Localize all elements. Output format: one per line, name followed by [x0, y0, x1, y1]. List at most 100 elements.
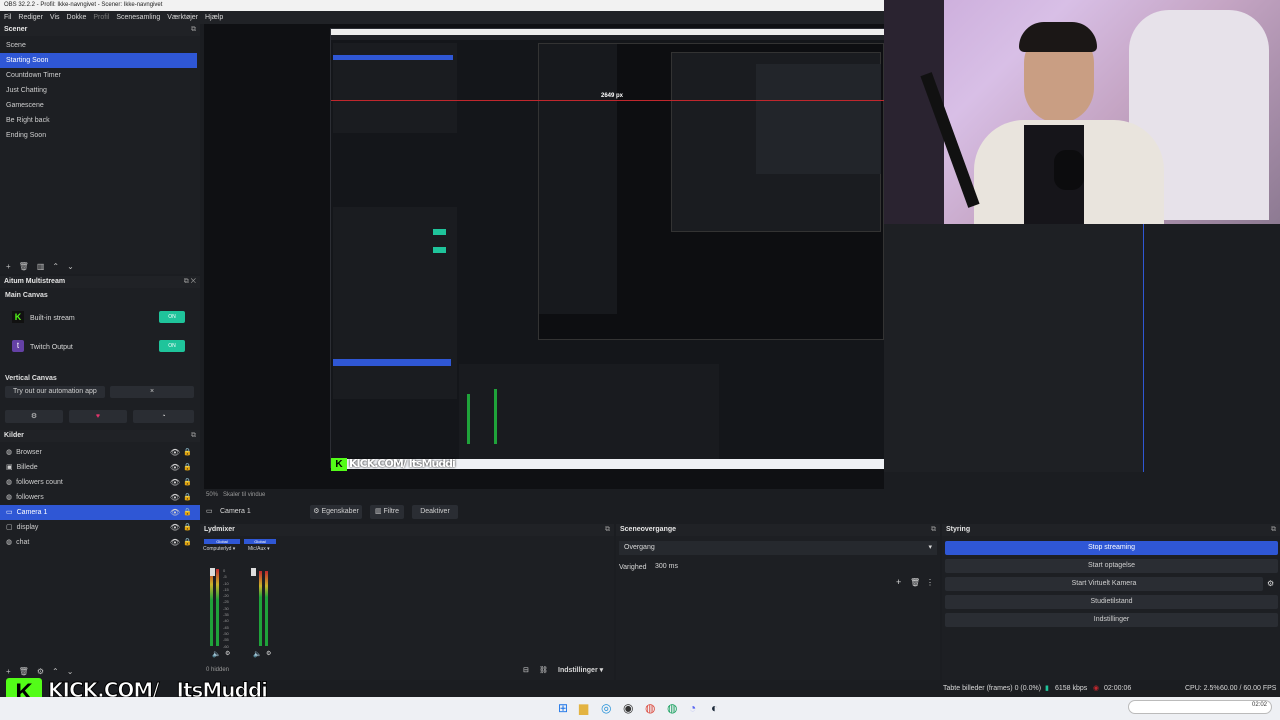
scene-item[interactable]: Ending Soon — [0, 128, 200, 143]
windows-start-icon[interactable]: ⊞ — [558, 701, 568, 715]
link-icon[interactable]: ⛓ — [539, 666, 548, 674]
discord-icon[interactable]: ◔ — [133, 410, 194, 423]
dock-float-icon[interactable]: ⧉ — [191, 24, 196, 36]
start-recording-button[interactable]: Start optagelse — [945, 559, 1278, 573]
lock-icon[interactable]: 🔒 — [183, 445, 192, 460]
lock-icon[interactable]: 🔒 — [183, 520, 192, 535]
output-toggle[interactable]: ON — [159, 311, 185, 323]
lock-icon[interactable]: 🔒 — [183, 505, 192, 520]
menu-file[interactable]: Fil — [4, 11, 11, 24]
chrome-icon[interactable]: ◍ — [645, 701, 655, 715]
gear-icon[interactable]: ⚙ — [37, 667, 44, 676]
speaker-icon[interactable]: 🔈 — [212, 650, 221, 658]
preview-canvas[interactable]: 2649 px K KICK.COM/ ItsMuddi 50% Skaler t… — [204, 24, 1145, 498]
controls-header: Styring ⧉ — [942, 524, 1280, 536]
add-icon[interactable]: + — [6, 262, 11, 271]
trash-icon[interactable]: 🗑 — [19, 667, 29, 676]
settings-gear-icon[interactable]: ⚙ — [5, 410, 63, 423]
dock-float-icon[interactable]: ⧉ — [605, 524, 610, 536]
menu-scene-collection[interactable]: Scenesamling — [116, 11, 160, 24]
volume-fader[interactable] — [251, 568, 256, 576]
heart-icon[interactable]: ♥ — [69, 410, 127, 423]
scene-item[interactable]: Scene — [0, 38, 200, 53]
source-item[interactable]: ◍ Browser 👁 🔒 — [0, 445, 200, 460]
menu-profile[interactable]: Profil — [93, 11, 109, 24]
scene-item[interactable]: Gamescene — [0, 98, 200, 113]
lock-icon[interactable]: 🔒 — [183, 490, 192, 505]
settings-button[interactable]: Indstillinger — [945, 613, 1278, 627]
automation-button[interactable]: Try out our automation app — [5, 386, 105, 398]
source-item[interactable]: ◍ chat 👁 🔒 — [0, 535, 200, 550]
browser-icon: ◍ — [6, 494, 13, 501]
move-down-icon[interactable]: ⌄ — [67, 667, 74, 676]
menu-docks[interactable]: Dokke — [67, 11, 87, 24]
trash-icon[interactable]: 🗑 — [910, 578, 920, 587]
mixer-layout-icon[interactable]: ⊟ — [523, 666, 529, 674]
scene-item[interactable]: Countdown Timer — [0, 68, 200, 83]
visibility-eye-icon[interactable]: 👁 — [170, 460, 180, 475]
edge-icon[interactable]: ◎ — [601, 701, 611, 715]
mixer-settings-icon[interactable]: ⚙ — [225, 650, 230, 657]
menu-tools[interactable]: Værktøjer — [167, 11, 198, 24]
speaker-icon[interactable]: 🔈 — [253, 650, 262, 658]
status-bar: K KICK.COM/ ItsMuddi Tabte billeder (fra… — [0, 678, 1280, 708]
obs-icon[interactable]: ◉ — [623, 701, 633, 715]
dock-float-icon[interactable]: ⧉ — [1271, 524, 1276, 536]
source-item[interactable]: ▣ Billede 👁 🔒 — [0, 460, 200, 475]
mixer-settings-menu[interactable]: Indstillinger ▾ — [558, 666, 603, 674]
menu-view[interactable]: Vis — [50, 11, 60, 24]
dock-float-icon[interactable]: ⧉ — [931, 524, 936, 536]
webcam-feed — [884, 0, 1280, 224]
system-tray[interactable] — [1128, 700, 1272, 714]
dock-float-icon[interactable]: ⧉ — [191, 430, 196, 442]
mixer-settings-icon[interactable]: ⚙ — [266, 650, 271, 657]
studio-mode-button[interactable]: Studietilstand — [945, 595, 1278, 609]
move-up-icon[interactable]: ⌃ — [52, 262, 59, 271]
filters-button[interactable]: ▥ Filtre — [370, 505, 404, 519]
start-virtual-camera-button[interactable]: Start Virtuelt Kamera — [945, 577, 1263, 591]
visibility-eye-icon[interactable]: 👁 — [170, 505, 180, 520]
trash-icon[interactable]: 🗑 — [19, 262, 29, 271]
visibility-eye-icon[interactable]: 👁 — [170, 445, 180, 460]
lock-icon[interactable]: 🔒 — [183, 535, 192, 550]
source-item[interactable]: ▢ display 👁 🔒 — [0, 520, 200, 535]
move-down-icon[interactable]: ⌄ — [67, 262, 74, 271]
volume-fader[interactable] — [210, 568, 215, 576]
transition-select[interactable]: Overgang ▾ — [619, 541, 937, 555]
output-toggle[interactable]: ON — [159, 340, 185, 352]
visibility-eye-icon[interactable]: 👁 — [170, 535, 180, 550]
filter-icon[interactable]: ▥ — [37, 262, 45, 271]
source-item[interactable]: ◍ followers 👁 🔒 — [0, 490, 200, 505]
menu-help[interactable]: Hjælp — [205, 11, 223, 24]
visibility-eye-icon[interactable]: 👁 — [170, 475, 180, 490]
scene-item-selected[interactable]: Starting Soon — [0, 53, 197, 68]
chrome-profile-icon[interactable]: ◍ — [667, 701, 677, 715]
add-icon[interactable]: + — [6, 667, 11, 676]
browser-icon: ◍ — [6, 479, 13, 486]
duration-input[interactable]: 300 ms — [652, 561, 931, 573]
source-item-selected[interactable]: ▭ Camera 1 👁 🔒 — [0, 505, 200, 520]
scene-item[interactable]: Be Right back — [0, 113, 200, 128]
deactivate-button[interactable]: Deaktiver — [412, 505, 458, 519]
add-transition-icon[interactable]: + — [896, 577, 901, 587]
visibility-eye-icon[interactable]: 👁 — [170, 520, 180, 535]
properties-button[interactable]: ⚙ Egenskaber — [310, 505, 362, 519]
visibility-eye-icon[interactable]: 👁 — [170, 490, 180, 505]
automation-close-button[interactable]: × — [110, 386, 194, 398]
source-item[interactable]: ◍ followers count 👁 🔒 — [0, 475, 200, 490]
move-up-icon[interactable]: ⌃ — [52, 667, 59, 676]
stop-streaming-button[interactable]: Stop streaming — [945, 541, 1278, 555]
virtual-camera-settings-icon[interactable]: ⚙ — [1267, 579, 1274, 588]
steam-icon[interactable]: ◐ — [711, 701, 718, 715]
more-options-icon[interactable]: ⋮ — [926, 578, 934, 587]
channel-name[interactable]: Mic/Aux ▾ — [248, 546, 270, 552]
discord-icon[interactable]: ◔ — [689, 701, 696, 715]
channel-name[interactable]: Computerlyd ▾ — [203, 546, 235, 552]
nested-kick-banner: K KICK.COM/ ItsMuddi — [331, 457, 511, 471]
dock-close-icon[interactable]: ⧉ ✕ — [184, 276, 196, 288]
lock-icon[interactable]: 🔒 — [183, 460, 192, 475]
folder-icon[interactable]: ▆ — [579, 701, 588, 715]
lock-icon[interactable]: 🔒 — [183, 475, 192, 490]
menu-edit[interactable]: Rediger — [18, 11, 43, 24]
scene-item[interactable]: Just Chatting — [0, 83, 200, 98]
